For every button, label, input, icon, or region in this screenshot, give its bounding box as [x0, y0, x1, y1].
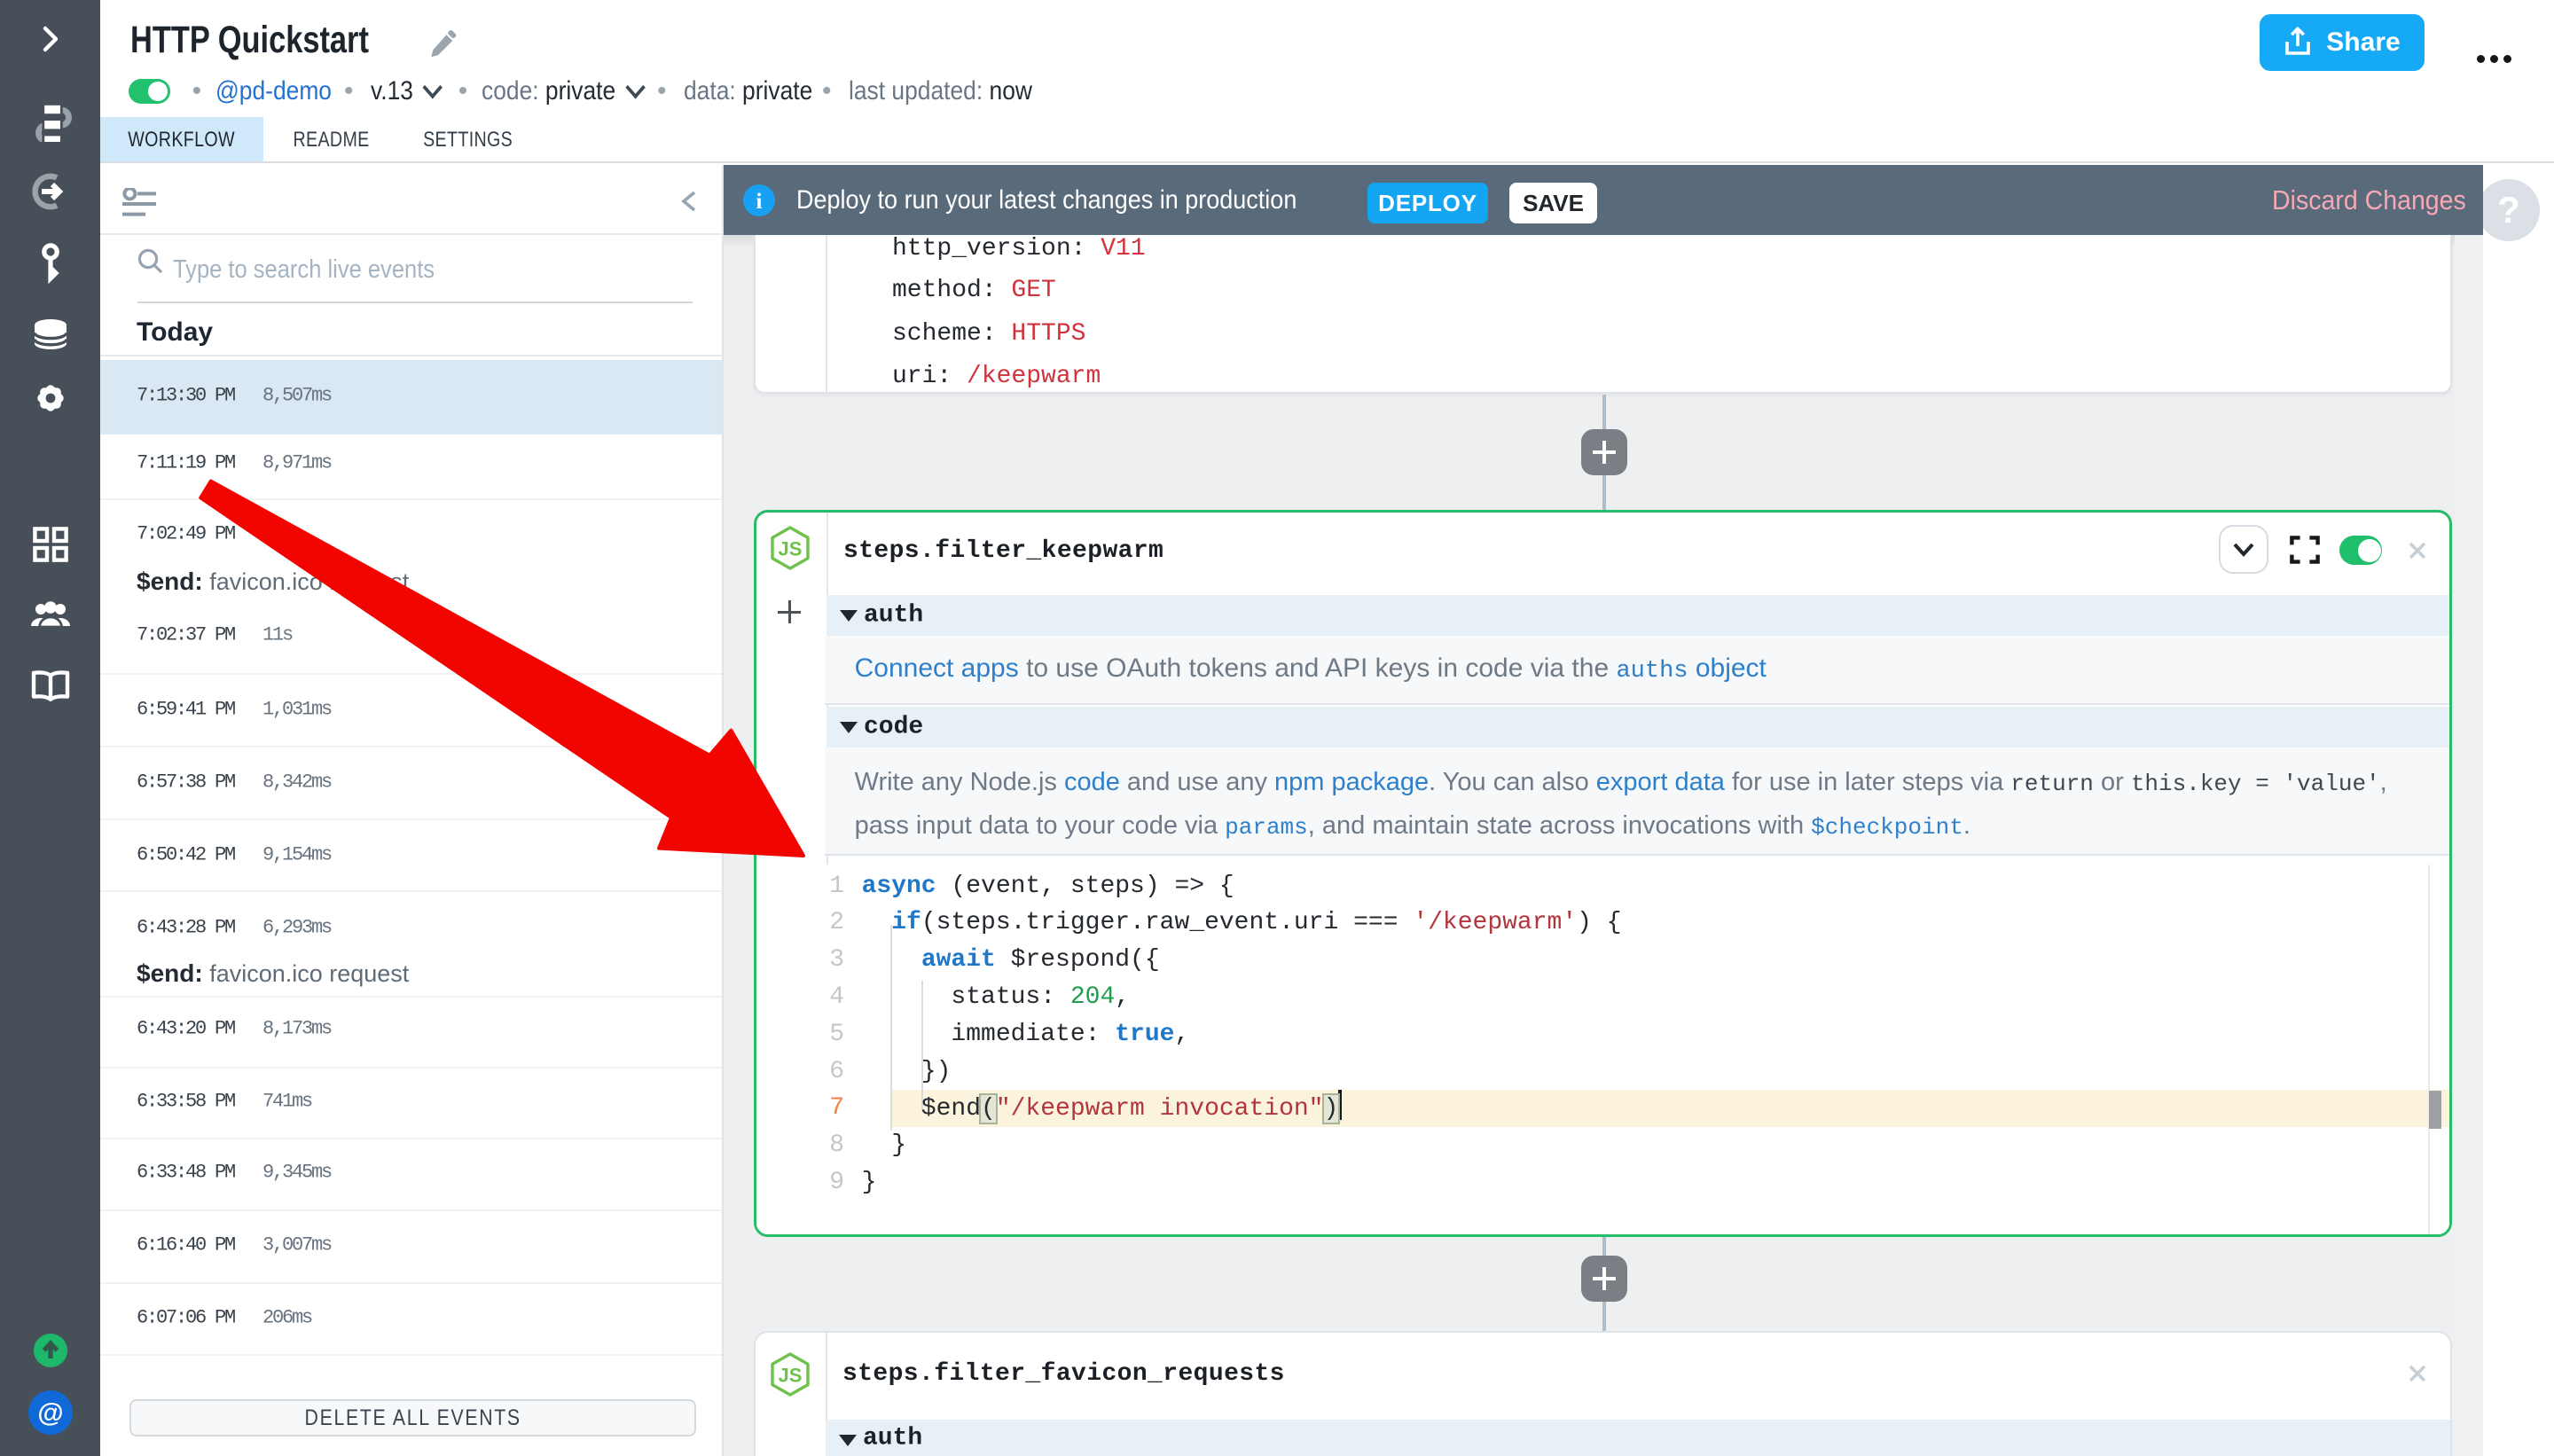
svg-text:@: @	[37, 1398, 63, 1428]
svg-text:i: i	[756, 190, 763, 214]
svg-text:JS: JS	[779, 537, 803, 560]
svg-text:JS: JS	[779, 1364, 803, 1386]
